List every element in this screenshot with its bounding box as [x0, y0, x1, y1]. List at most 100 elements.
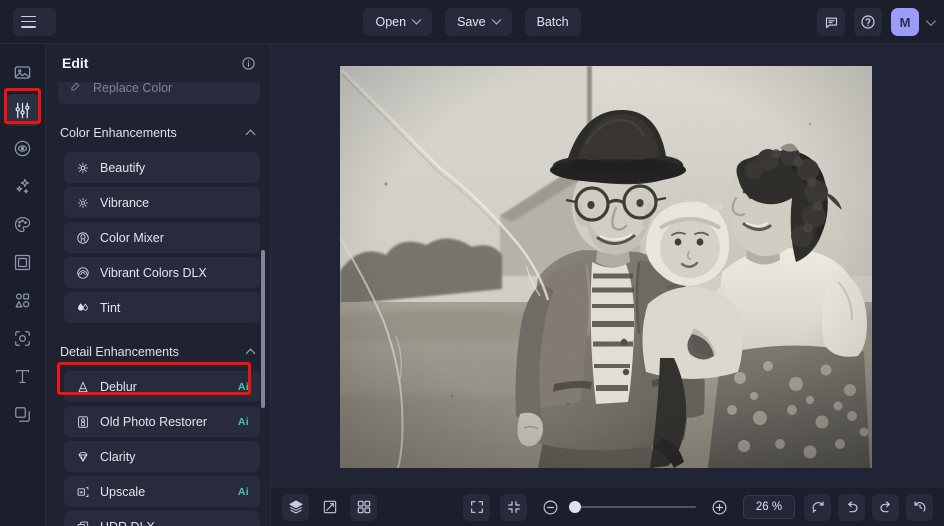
canvas-area[interactable]	[271, 44, 944, 487]
list-item-clarity[interactable]: Clarity	[64, 441, 260, 472]
deblur-icon	[75, 380, 90, 394]
brand-menu-button[interactable]	[13, 8, 56, 36]
undo-button[interactable]	[838, 494, 865, 521]
shrink-to-fit-button[interactable]	[500, 494, 527, 521]
help-button[interactable]	[854, 8, 882, 36]
zoom-in-button[interactable]	[706, 494, 733, 521]
ai-badge: Ai	[238, 416, 249, 428]
frame-icon	[13, 253, 32, 272]
rail-item-shapes[interactable]	[6, 284, 40, 316]
layers-icon	[13, 405, 32, 424]
text-icon	[13, 367, 32, 386]
rail-item-adjust[interactable]	[6, 94, 40, 126]
tool-rail	[0, 44, 46, 526]
rail-item-cutout[interactable]	[6, 322, 40, 354]
avatar[interactable]: M	[891, 8, 919, 36]
bottom-right-tools	[804, 494, 933, 521]
list-item-color-mixer[interactable]: Color Mixer	[64, 222, 260, 253]
edit-panel: Edit Replace Color	[46, 44, 271, 526]
batch-button[interactable]: Batch	[525, 8, 581, 36]
zoom-level-field[interactable]: 26 %	[743, 495, 795, 519]
rail-item-text[interactable]	[6, 360, 40, 392]
grid-view-button[interactable]	[350, 494, 377, 521]
list-item-label: Tint	[100, 301, 120, 315]
clarity-icon	[75, 450, 90, 464]
group-header-color-enhancements[interactable]: Color Enhancements	[58, 118, 260, 148]
redo-icon	[878, 499, 894, 515]
layers-panel-button[interactable]	[282, 494, 309, 521]
reset-button[interactable]	[804, 494, 831, 521]
replace-color-icon	[69, 82, 83, 98]
chevron-down-icon	[491, 14, 501, 24]
list-item-label: Vibrance	[100, 196, 149, 210]
history-icon	[912, 499, 928, 515]
chat-icon	[824, 15, 839, 30]
feedback-button[interactable]	[817, 8, 845, 36]
ai-badge: Ai	[238, 381, 249, 393]
grid-icon	[356, 499, 372, 515]
fit-to-screen-button[interactable]	[463, 494, 490, 521]
sparkles-icon	[13, 177, 32, 196]
list-item-label: Clarity	[100, 450, 135, 464]
list-item-label: HDR DLX	[100, 520, 155, 526]
zoom-slider[interactable]	[574, 506, 696, 508]
plus-circle-icon	[711, 499, 728, 516]
save-label: Save	[457, 15, 486, 29]
rail-item-retouch[interactable]	[6, 132, 40, 164]
list-item-upscale[interactable]: Upscale Ai	[64, 476, 260, 507]
chevron-up-icon	[246, 130, 256, 140]
list-item-label: Deblur	[100, 380, 137, 394]
list-item-vibrant-colors-dlx[interactable]: Vibrant Colors DLX	[64, 257, 260, 288]
list-item-label: Upscale	[100, 485, 145, 499]
group-header-detail-enhancements[interactable]: Detail Enhancements	[58, 337, 260, 367]
collapse-icon	[506, 499, 522, 515]
bottom-left-tools	[282, 494, 377, 521]
edit-panel-list[interactable]: Replace Color Color Enhancements Beautif…	[46, 82, 270, 526]
rail-item-layers[interactable]	[6, 398, 40, 430]
reset-icon	[810, 499, 826, 515]
panel-scrollbar-thumb[interactable]	[261, 250, 265, 408]
image-icon	[13, 63, 32, 82]
save-button[interactable]: Save	[445, 8, 512, 36]
list-item-replace-color[interactable]: Replace Color	[58, 82, 260, 104]
list-item-label: Beautify	[100, 161, 145, 175]
avatar-chevron-down-icon[interactable]	[926, 16, 936, 26]
undo-icon	[844, 499, 860, 515]
top-bar-right: M	[817, 0, 933, 44]
list-item-label: Color Mixer	[100, 231, 164, 245]
history-button[interactable]	[906, 494, 933, 521]
list-item-tint[interactable]: Tint	[64, 292, 260, 323]
compare-button[interactable]	[316, 494, 343, 521]
open-button[interactable]: Open	[363, 8, 432, 36]
edit-panel-header: Edit	[46, 44, 270, 82]
list-item-hdr-dlx[interactable]: HDR DLX	[64, 511, 260, 526]
vibrance-icon	[75, 196, 90, 210]
list-item-label: Vibrant Colors DLX	[100, 266, 207, 280]
zoom-out-button[interactable]	[537, 494, 564, 521]
hamburger-icon[interactable]	[21, 16, 36, 28]
list-item-old-photo-restorer[interactable]: Old Photo Restorer Ai	[64, 406, 260, 437]
top-bar-actions: Open Save Batch	[0, 0, 944, 44]
open-label: Open	[375, 15, 406, 29]
rail-item-effects[interactable]	[6, 170, 40, 202]
rail-item-frames[interactable]	[6, 246, 40, 278]
zoom-slider-track[interactable]	[574, 506, 696, 508]
rail-item-image[interactable]	[6, 56, 40, 88]
group-title: Color Enhancements	[60, 126, 177, 140]
shapes-icon	[13, 291, 32, 310]
redo-button[interactable]	[872, 494, 899, 521]
rail-item-color[interactable]	[6, 208, 40, 240]
photo-canvas[interactable]	[340, 66, 872, 468]
sliders-icon	[13, 101, 32, 120]
list-item-beautify[interactable]: Beautify	[64, 152, 260, 183]
info-button[interactable]	[241, 56, 256, 71]
hdr-icon	[75, 520, 90, 526]
list-item-vibrance[interactable]: Vibrance	[64, 187, 260, 218]
zoom-slider-knob[interactable]	[569, 501, 581, 513]
zoom-controls: 26 %	[463, 494, 795, 521]
palette-icon	[13, 215, 32, 234]
list-item-deblur[interactable]: Deblur Ai	[64, 371, 260, 402]
panel-title: Edit	[62, 55, 88, 71]
photo-editor-window: Open Save Batch	[0, 0, 944, 526]
fit-screen-icon	[469, 499, 485, 515]
